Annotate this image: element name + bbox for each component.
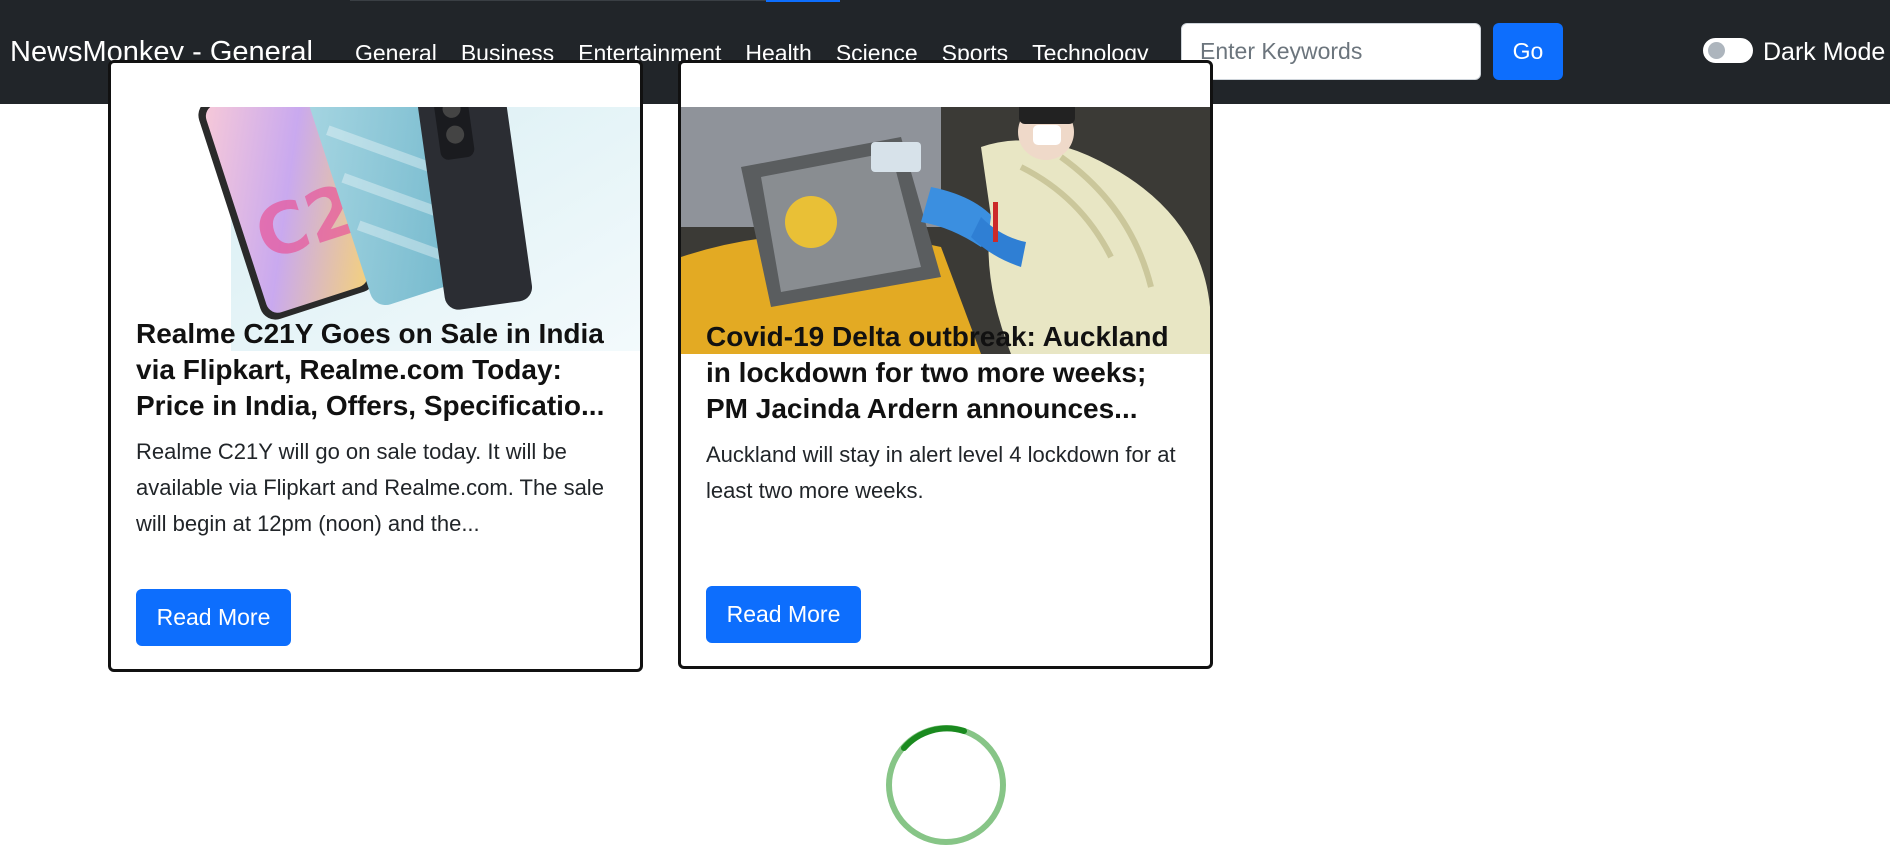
- card-title: Realme C21Y Goes on Sale in India via Fl…: [136, 318, 605, 421]
- news-card: Covid-19 Delta outbreak: Auckland in loc…: [678, 60, 1213, 669]
- covid-test-photo: [681, 107, 1210, 354]
- read-more-button[interactable]: Read More: [706, 586, 861, 643]
- dark-mode-label: Dark Mode: [1763, 38, 1886, 66]
- phones-illustration: C2: [111, 107, 640, 351]
- card-description: Realme C21Y will go on sale today. It wi…: [136, 439, 604, 536]
- card-description: Auckland will stay in alert level 4 lock…: [706, 442, 1176, 503]
- navbar-top-edge: [350, 0, 766, 1]
- dark-mode-toggle[interactable]: [1703, 38, 1753, 63]
- article-image-covid-test: [681, 107, 1210, 354]
- search-input[interactable]: [1181, 23, 1481, 80]
- go-button[interactable]: Go: [1493, 23, 1563, 80]
- active-indicator: [766, 0, 840, 2]
- toggle-switch-icon: [1708, 42, 1725, 59]
- loading-spinner-icon: [886, 725, 1006, 845]
- article-image-phones: C2: [111, 107, 640, 351]
- news-card: C2 Realme C21Y Goes on Sale in India via…: [108, 60, 643, 672]
- card-title: Covid-19 Delta outbreak: Auckland in loc…: [706, 321, 1169, 424]
- read-more-button[interactable]: Read More: [136, 589, 291, 646]
